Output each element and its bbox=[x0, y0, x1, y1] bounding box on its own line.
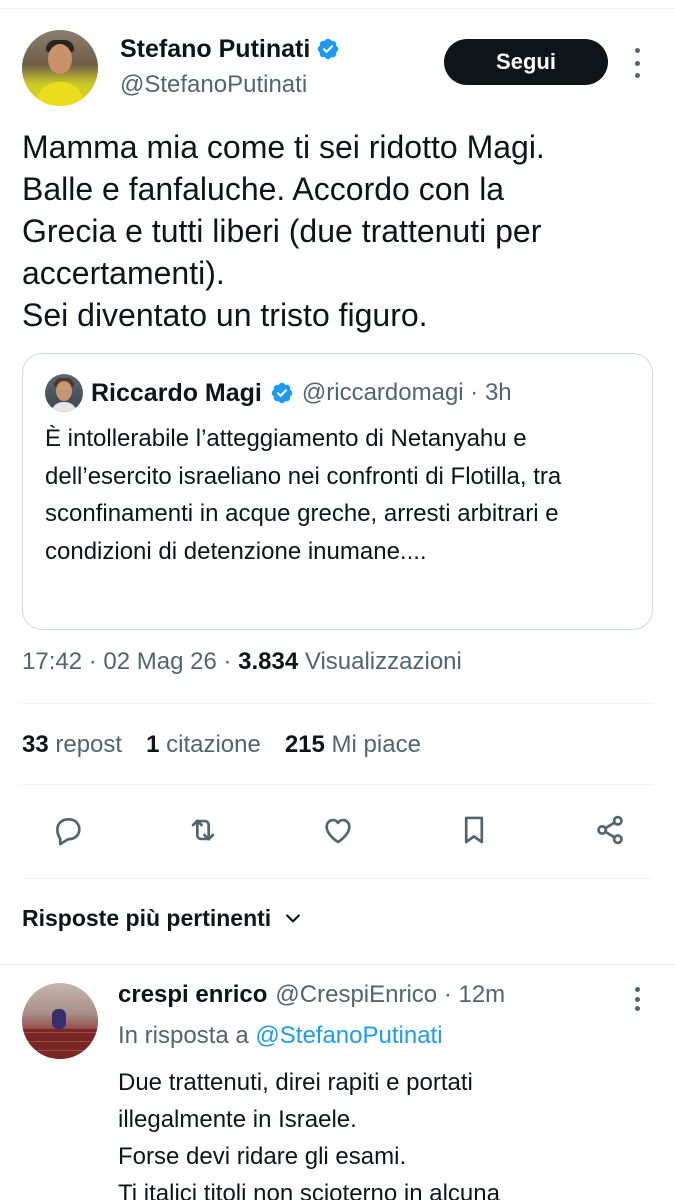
reply-tweet[interactable]: crespi enrico @CrespiEnrico · 12m In ris… bbox=[0, 965, 675, 1200]
more-options-icon[interactable] bbox=[632, 987, 642, 1011]
reply-text: Due trattenuti, direi rapiti e portati i… bbox=[118, 1069, 500, 1200]
author-handle[interactable]: @StefanoPutinati bbox=[120, 70, 307, 100]
quoted-author-avatar bbox=[45, 374, 83, 412]
tweet-actions-bar bbox=[40, 806, 640, 854]
like-icon[interactable] bbox=[314, 806, 362, 854]
likes-label: Mi piace bbox=[324, 731, 421, 758]
quoted-tweet-card[interactable]: Riccardo Magi @riccardomagi · 3h È intol… bbox=[22, 353, 653, 630]
follow-button[interactable]: Segui bbox=[444, 39, 608, 85]
in-reply-prefix: In risposta a bbox=[118, 1022, 256, 1049]
tweet-author-header: Stefano Putinati @StefanoPutinati Segui bbox=[22, 30, 662, 110]
author-name[interactable]: Stefano Putinati bbox=[120, 34, 310, 64]
divider bbox=[22, 703, 653, 704]
replies-sort-selector[interactable]: Risposte più pertinenti bbox=[22, 902, 303, 934]
views-count: 3.834 bbox=[238, 648, 299, 675]
more-options-icon[interactable] bbox=[630, 48, 644, 78]
repost-icon[interactable] bbox=[179, 806, 227, 854]
in-reply-mention[interactable]: @StefanoPutinati bbox=[255, 1022, 442, 1049]
reply-author-avatar[interactable] bbox=[22, 983, 98, 1059]
divider bbox=[22, 878, 653, 879]
divider bbox=[22, 784, 653, 785]
reposts-count: 33 bbox=[22, 731, 49, 758]
quotes-count: 1 bbox=[146, 731, 160, 758]
tweet-text: Mamma mia come ti sei ridotto Magi. Ball… bbox=[22, 129, 545, 333]
likes-stat[interactable]: 215 Mi piace bbox=[285, 729, 421, 761]
reposts-label: repost bbox=[48, 731, 123, 758]
author-avatar[interactable] bbox=[22, 30, 98, 106]
tweet-meta: 17:42 · 02 Mag 26 · 3.834 Visualizzazion… bbox=[22, 646, 462, 678]
reply-author-name[interactable]: crespi enrico bbox=[118, 981, 267, 1009]
likes-count: 215 bbox=[284, 731, 325, 758]
quoted-tweet-header: Riccardo Magi @riccardomagi · 3h bbox=[45, 374, 512, 412]
author-name-row[interactable]: Stefano Putinati bbox=[120, 34, 340, 64]
verified-badge-icon bbox=[318, 38, 339, 60]
reply-header: crespi enrico @CrespiEnrico · 12m bbox=[118, 981, 505, 1009]
top-divider bbox=[0, 8, 675, 9]
tweet-timestamp[interactable]: 17:42 · 02 Mag 26 · bbox=[22, 648, 238, 675]
sort-label: Risposte più pertinenti bbox=[22, 905, 272, 931]
quoted-author-name: Riccardo Magi bbox=[91, 378, 262, 407]
in-reply-to: In risposta a @StefanoPutinati bbox=[118, 1020, 443, 1052]
verified-badge-icon bbox=[271, 382, 293, 404]
quotes-stat[interactable]: 1 citazione bbox=[146, 729, 261, 761]
bookmark-icon[interactable] bbox=[450, 806, 498, 854]
share-icon[interactable] bbox=[586, 806, 634, 854]
quoted-author-handle-time: @riccardomagi · 3h bbox=[301, 379, 512, 406]
reply-icon[interactable] bbox=[44, 806, 92, 854]
reposts-stat[interactable]: 33 repost bbox=[22, 729, 122, 761]
reply-author-handle-time[interactable]: @CrespiEnrico · 12m bbox=[275, 981, 505, 1009]
quotes-label: citazione bbox=[159, 731, 261, 758]
views-label: Visualizzazioni bbox=[298, 648, 462, 675]
quoted-tweet-text: È intollerabile l’atteggiamento di Netan… bbox=[45, 425, 562, 565]
tweet-stats: 33 repost 1 citazione 215 Mi piace bbox=[22, 729, 421, 761]
chevron-down-icon bbox=[286, 914, 301, 923]
